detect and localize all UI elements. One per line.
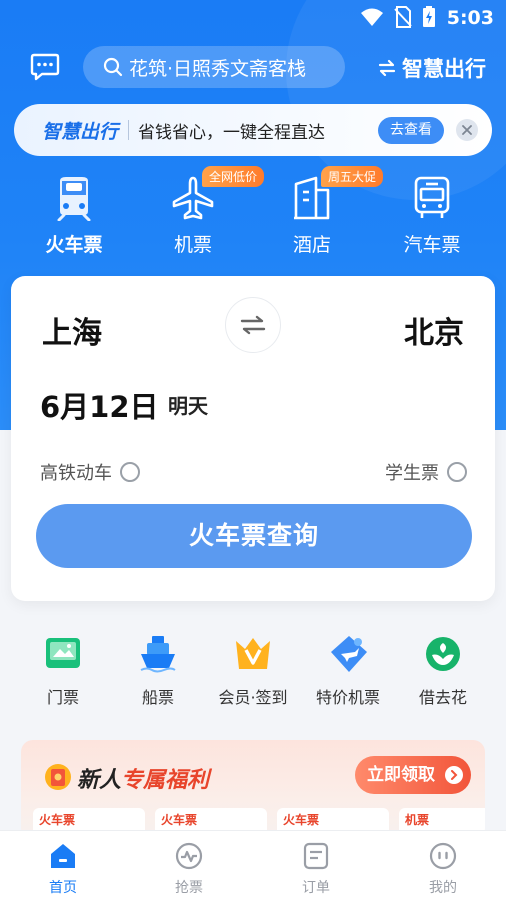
- finance-icon: [426, 637, 460, 671]
- service-label: 会员·签到: [218, 688, 288, 707]
- search-icon: [103, 57, 123, 77]
- tab-label: 首页: [49, 880, 77, 896]
- no-sim-icon: [394, 6, 412, 28]
- discount-flight-icon: [331, 636, 367, 672]
- search-placeholder: 花筑·日照秀文斋客栈: [129, 57, 307, 80]
- category-label: 机票: [173, 234, 212, 256]
- swap-arrows-icon: [378, 59, 396, 77]
- tab-label: 订单: [302, 880, 330, 896]
- coupon-type: 火车票: [39, 813, 76, 827]
- high-speed-label: 高铁动车: [40, 463, 112, 484]
- train-search-button[interactable]: 火车票查询: [36, 504, 472, 568]
- swap-cities-button[interactable]: [225, 297, 281, 353]
- promo-badge: 全网低价: [202, 166, 265, 187]
- departure-day-label: 明天: [168, 394, 208, 418]
- arrow-right-icon: [445, 766, 463, 784]
- promo-close-button[interactable]: [456, 119, 478, 141]
- new-user-welfare-card[interactable]: 新人专属福利 立即领取 火车票 火车票 火车票 机票: [21, 740, 485, 840]
- smart-travel-label: 智慧出行: [402, 57, 486, 81]
- message-button[interactable]: [30, 53, 60, 81]
- category-train[interactable]: 火车票: [19, 172, 129, 257]
- promo-slogan: 省钱省心，一键全程直达: [138, 122, 326, 143]
- vip-crown-icon: [236, 638, 270, 669]
- service-label: 借去花: [418, 688, 467, 707]
- order-icon: [303, 842, 329, 870]
- service-label: 特价机票: [315, 688, 380, 707]
- high-speed-radio[interactable]: [120, 462, 140, 482]
- wifi-icon: [361, 8, 383, 26]
- service-label: 船票: [141, 688, 174, 707]
- promo-badge: 周五大促: [321, 166, 384, 187]
- promo-view-button[interactable]: 去查看: [378, 117, 444, 144]
- category-flight[interactable]: 全网低价 机票: [138, 166, 265, 257]
- coupon-type: 机票: [405, 813, 430, 827]
- service-membership[interactable]: 会员·签到: [198, 632, 308, 708]
- tab-orders[interactable]: 订单: [253, 841, 379, 897]
- departure-city[interactable]: 上海: [42, 308, 102, 352]
- promo-banner[interactable]: 智慧出行 省钱省心，一键全程直达 去查看: [14, 104, 492, 156]
- welfare-title: 新人专属福利: [77, 762, 209, 794]
- category-label: 汽车票: [403, 234, 461, 256]
- category-nav: 火车票 全网低价 机票 周五大促 酒店 汽车票: [0, 166, 506, 262]
- arrival-city[interactable]: 北京: [404, 308, 464, 352]
- claim-now-button[interactable]: 立即领取: [355, 756, 471, 794]
- red-envelope-icon: [45, 764, 71, 790]
- student-ticket-radio[interactable]: [447, 462, 467, 482]
- student-ticket-label: 学生票: [385, 463, 439, 484]
- grab-ticket-icon: [175, 842, 203, 870]
- train-icon: [57, 177, 91, 221]
- home-icon: [51, 844, 75, 868]
- swap-arrows-icon: [240, 315, 266, 335]
- welfare-title-plain: 新人: [77, 768, 122, 793]
- divider: [128, 120, 130, 140]
- tab-home[interactable]: 首页: [0, 841, 126, 897]
- bus-icon: [414, 176, 450, 218]
- battery-charging-icon: [423, 6, 435, 27]
- high-speed-option[interactable]: 高铁动车: [40, 459, 140, 485]
- category-label: 酒店: [292, 234, 331, 256]
- search-box[interactable]: 花筑·日照秀文斋客栈: [83, 46, 345, 88]
- welfare-title-highlight: 专属福利: [121, 768, 210, 793]
- student-ticket-option[interactable]: 学生票: [385, 459, 467, 485]
- status-bar: 5:03: [0, 0, 506, 36]
- tab-grab-tickets[interactable]: 抢票: [126, 841, 252, 897]
- service-ship[interactable]: 船票: [103, 632, 213, 708]
- tab-profile[interactable]: 我的: [380, 841, 506, 897]
- service-finance[interactable]: 借去花: [388, 632, 498, 708]
- ship-icon: [140, 636, 176, 673]
- category-bus[interactable]: 汽车票: [377, 172, 487, 257]
- service-grid: 门票 船票 会员·签到 特价机票 借去花: [0, 632, 506, 712]
- top-header: 花筑·日照秀文斋客栈 智慧出行: [0, 46, 506, 90]
- profile-icon: [429, 842, 457, 870]
- service-special-flights[interactable]: 特价机票: [293, 632, 403, 708]
- chat-icon: [30, 53, 60, 81]
- coupon-type: 火车票: [161, 813, 198, 827]
- ticket-icon: [46, 638, 80, 668]
- smart-travel-button[interactable]: 智慧出行: [378, 53, 486, 83]
- clock: 5:03: [446, 7, 494, 29]
- booking-card: 上海 北京 6月12日 明天 高铁动车 学生票 火车票查询: [11, 276, 495, 601]
- claim-now-label: 立即领取: [367, 765, 435, 785]
- service-tickets[interactable]: 门票: [8, 632, 118, 708]
- coupon-type: 火车票: [283, 813, 320, 827]
- category-hotel[interactable]: 周五大促 酒店: [257, 166, 384, 257]
- tab-label: 抢票: [175, 880, 203, 896]
- bottom-tab-bar: 首页 抢票 订单 我的: [0, 830, 506, 900]
- smart-travel-logo: 智慧出行: [42, 120, 119, 143]
- service-label: 门票: [46, 688, 79, 707]
- close-icon: [462, 125, 472, 135]
- tab-label: 我的: [429, 880, 457, 896]
- category-label: 火车票: [45, 234, 103, 256]
- departure-date[interactable]: 6月12日: [40, 384, 159, 426]
